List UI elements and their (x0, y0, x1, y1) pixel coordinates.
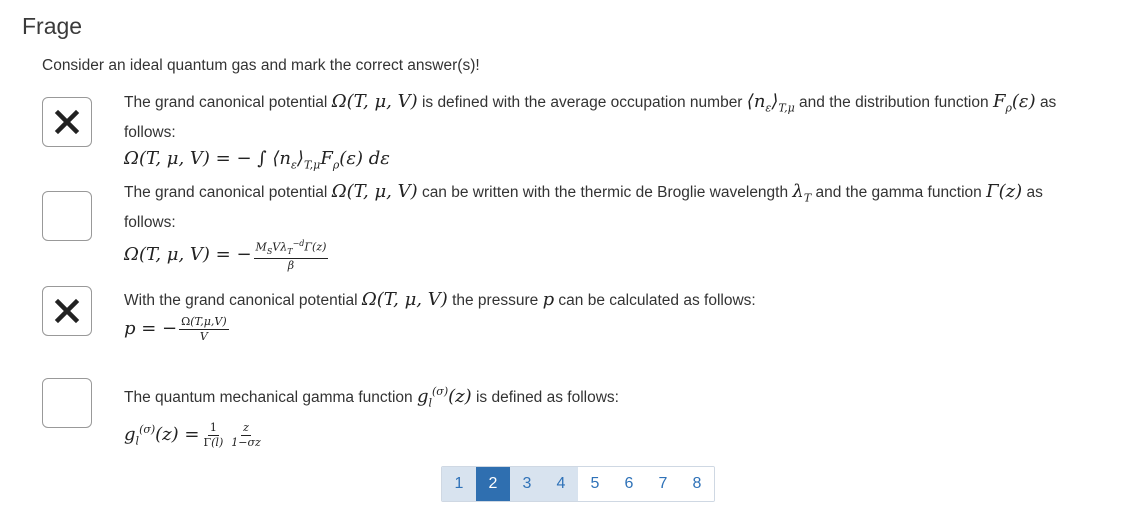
page-title: Frage (22, 13, 83, 39)
formula-answer-3: p = − Ω(T,μ,V) V (124, 315, 229, 343)
cross-icon (54, 109, 80, 135)
formula-omega: Ω(T, μ, V) (331, 181, 418, 202)
page-link-8[interactable]: 8 (680, 467, 714, 501)
formula-omega: Ω(T, μ, V) (331, 91, 418, 112)
answer-text-1-part-2: is defined with the average occupation n… (421, 94, 743, 111)
answer-text-3: With the grand canonical potential Ω(T, … (124, 286, 1124, 343)
answer-checkbox-4[interactable] (42, 378, 92, 428)
answer-text-4: The quantum mechanical gamma function gl… (124, 378, 1124, 453)
answer-text-4-part-1: The quantum mechanical gamma function (124, 389, 413, 406)
cross-icon (54, 298, 80, 324)
question-text: Consider an ideal quantum gas and mark t… (42, 57, 480, 74)
page-link-7[interactable]: 7 (646, 467, 680, 501)
formula-lambda: λT (792, 181, 812, 205)
answer-checkbox-2[interactable] (42, 191, 92, 241)
answer-text-2-part-4: as (1026, 184, 1043, 201)
page-link-1[interactable]: 1 (442, 467, 476, 501)
formula-pressure: p (542, 289, 555, 310)
formula-answer-1: Ω(T, μ, V) = − ∫ ⟨nε⟩T,μFρ(ε) dε (124, 147, 390, 172)
answer-text-2-part-5: follows: (124, 213, 176, 231)
page-link-4[interactable]: 4 (544, 467, 578, 501)
answer-text-3-part-2: the pressure (452, 292, 539, 309)
answer-text-1: The grand canonical potential Ω(T, μ, V)… (124, 91, 1124, 177)
formula-gamma-fn: gl(σ)(z) (416, 385, 472, 410)
page-link-2[interactable]: 2 (476, 467, 510, 501)
answer-text-3-part-1: With the grand canonical potential (124, 292, 358, 309)
page-link-3[interactable]: 3 (510, 467, 544, 501)
answer-text-2-part-1: The grand canonical potential (124, 184, 328, 201)
answer-text-2-part-2: can be written with the thermic de Brogl… (421, 184, 789, 201)
answer-text-2: The grand canonical potential Ω(T, μ, V)… (124, 181, 1124, 273)
page-link-5[interactable]: 5 (578, 467, 612, 501)
answer-text-1-part-3: and the distribution function (799, 94, 989, 111)
answer-text-1-part-5: follows: (124, 123, 176, 141)
formula-omega: Ω(T, μ, V) (361, 289, 448, 310)
answer-text-3-part-3: can be calculated as follows: (558, 292, 756, 309)
answer-text-2-part-3: and the gamma function (815, 184, 982, 201)
pagination: 1 2 3 4 5 6 7 8 (441, 466, 715, 502)
answer-checkbox-3[interactable] (42, 286, 92, 336)
answer-checkbox-1[interactable] (42, 97, 92, 147)
formula-distribution: Fρ(ε) (992, 91, 1036, 115)
answer-text-1-part-4: as (1039, 94, 1057, 111)
page-link-6[interactable]: 6 (612, 467, 646, 501)
formula-answer-2: Ω(T, μ, V) = − MSVλT−dΓ(z) β (124, 238, 329, 273)
formula-gamma: Γ(z) (986, 181, 1023, 202)
formula-occupation: ⟨nε⟩T,μ (746, 91, 795, 115)
formula-answer-4: gl(σ)(z) = 1 Γ(l) z 1−σz (124, 421, 261, 450)
answer-text-4-part-2: is defined as follows: (475, 389, 619, 406)
answer-text-1-part-1: The grand canonical potential (124, 94, 328, 111)
